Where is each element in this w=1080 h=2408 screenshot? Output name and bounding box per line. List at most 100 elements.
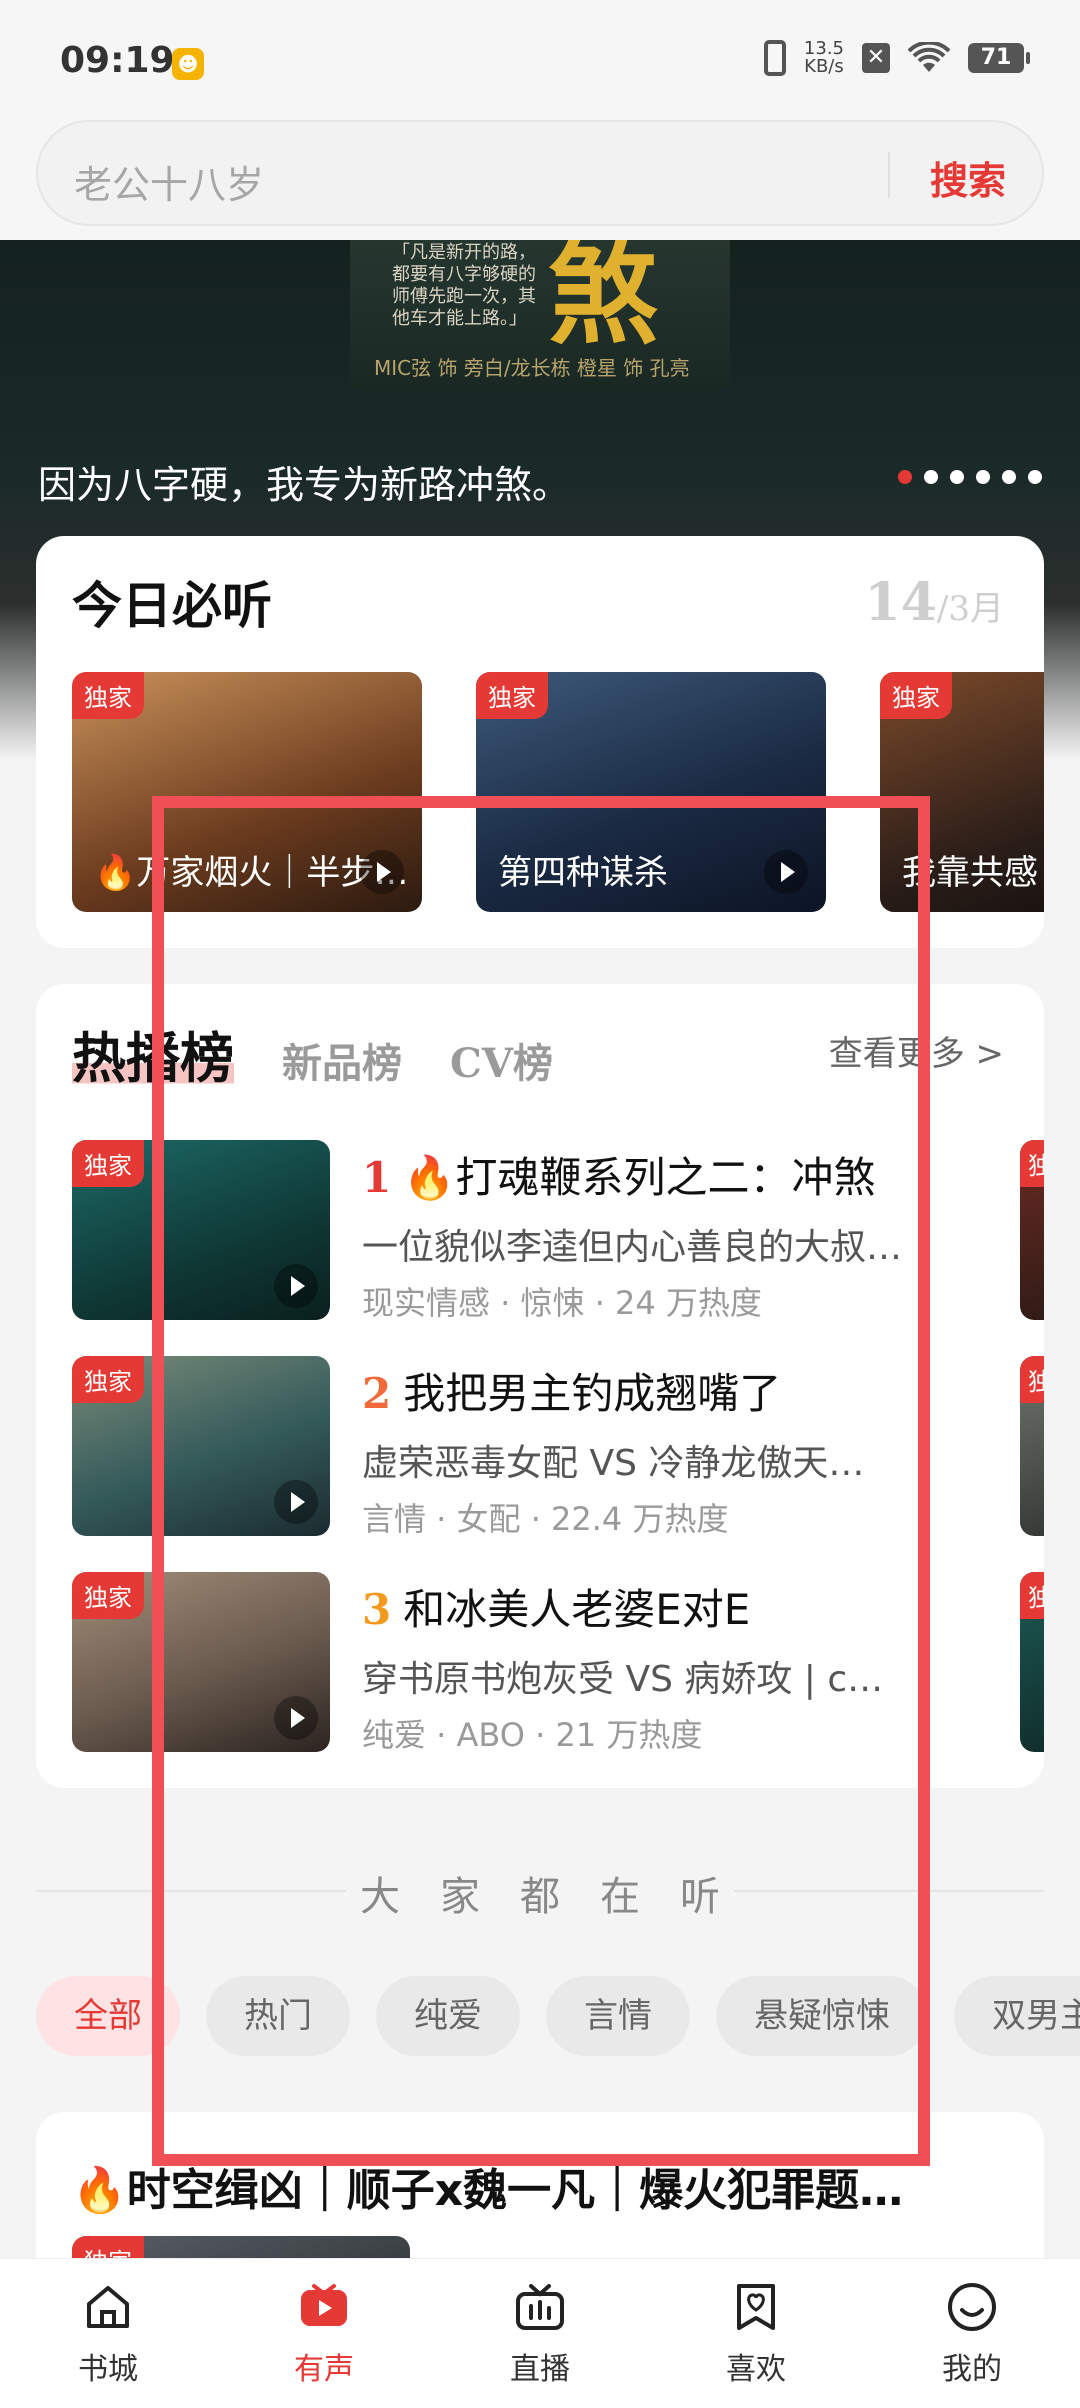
search-area: 老公十八岁 搜索 xyxy=(0,120,1080,240)
chip-romance[interactable]: 言情 xyxy=(546,1976,690,2056)
ranking-list: 独家 1 🔥打魂鞭系列之二：冲煞 一位貌似李逵但内心善良的大叔… 现实情感 · 惊… xyxy=(72,1140,1044,1788)
network-speed: 13.5 KB/s xyxy=(804,40,844,76)
feed-title[interactable]: 🔥时空缉凶｜顺子x魏一凡｜爆火犯罪题… xyxy=(72,2154,903,2218)
nav-live[interactable]: 直播 xyxy=(450,2280,630,2388)
nav-label: 有声 xyxy=(294,2351,354,2387)
nav-label: 我的 xyxy=(942,2351,1002,2387)
exclusive-tag: 独家 xyxy=(1020,1140,1044,1187)
date-day: 14 xyxy=(864,572,937,633)
date-month: /3月 xyxy=(936,589,1004,629)
nav-label: 喜欢 xyxy=(726,2351,786,2387)
play-icon[interactable] xyxy=(764,850,808,894)
today-item[interactable]: 独家 第四种谋杀 xyxy=(476,672,826,912)
tab-new[interactable]: 新品榜 xyxy=(282,1031,402,1089)
ranking-title[interactable]: 1 🔥打魂鞭系列之二：冲煞 xyxy=(362,1144,876,1205)
play-icon[interactable] xyxy=(360,850,404,894)
tab-cv[interactable]: CV榜 xyxy=(450,1031,553,1089)
smile-face-icon xyxy=(948,2282,996,2331)
title-text: 和冰美人老婆E对E xyxy=(403,1585,751,1634)
network-speed-unit: KB/s xyxy=(804,56,844,77)
heart-bookmark-icon xyxy=(737,2283,775,2330)
side-cover-peek[interactable]: 独家 xyxy=(1020,1572,1044,1752)
ranking-title[interactable]: 3 和冰美人老婆E对E xyxy=(362,1576,750,1637)
play-icon[interactable] xyxy=(274,1696,318,1740)
ranking-row[interactable]: 独家 2 我把男主钓成翘嘴了 虚荣恶毒女配 VS 冷静龙傲天… 言情 · 女配 ·… xyxy=(72,1356,1044,1572)
status-indicators: 13.5 KB/s ✕ 71 xyxy=(763,40,1030,76)
pagination-dot xyxy=(924,470,938,484)
chip-hot[interactable]: 热门 xyxy=(206,1976,350,2056)
play-icon[interactable] xyxy=(274,1264,318,1308)
tab-hot[interactable]: 热播榜 xyxy=(72,1014,234,1093)
nav-bookstore[interactable]: 书城 xyxy=(18,2280,198,2388)
ranking-title[interactable]: 2 我把男主钓成翘嘴了 xyxy=(362,1360,781,1421)
chip-all[interactable]: 全部 xyxy=(36,1976,180,2056)
cover-image[interactable]: 独家 xyxy=(72,1356,330,1536)
tv-icon xyxy=(516,2283,564,2330)
see-more-link[interactable]: 查看更多 > xyxy=(829,1026,1004,1075)
chip-suspense[interactable]: 悬疑惊悚 xyxy=(716,1976,928,2056)
pagination-dot xyxy=(1028,470,1042,484)
wifi-icon xyxy=(908,42,950,72)
category-chips: 全部 热门 纯爱 言情 悬疑惊悚 双男主 xyxy=(36,1976,1080,2056)
pagination-dot xyxy=(898,470,912,484)
search-divider xyxy=(888,152,890,198)
pagination-dot xyxy=(976,470,990,484)
cover-image[interactable]: 独家 xyxy=(72,1140,330,1320)
bottom-nav: 书城 有声 直播 喜欢 我的 xyxy=(0,2258,1080,2408)
ranking-meta: 纯爱 · ABO · 21 万热度 xyxy=(362,1716,703,1754)
chip-double-male[interactable]: 双男主 xyxy=(954,1976,1080,2056)
exclusive-tag: 独家 xyxy=(72,1572,144,1619)
side-cover-peek[interactable]: 独家 xyxy=(1020,1356,1044,1536)
exclusive-tag: 独家 xyxy=(72,1356,144,1403)
banner-poem: 「凡是新开的路，都要有八字够硬的师傅先跑一次，其他车才能上路。」 xyxy=(392,242,536,329)
today-must-listen-card: 今日必听 14/3月 独家 🔥万家烟火｜半步… 独家 第四种谋杀 独家 我靠共感 xyxy=(36,536,1044,948)
status-bar: 09:19 ☻ 13.5 KB/s ✕ 71 xyxy=(0,0,1080,120)
divider-line xyxy=(734,1890,1044,1892)
today-item-label: 我靠共感 xyxy=(902,853,1038,893)
ranking-card: 热播榜 新品榜 CV榜 查看更多 > 独家 1 🔥打魂鞭系列之二：冲煞 一位貌似李… xyxy=(36,984,1044,1788)
no-sim-icon: ✕ xyxy=(862,43,890,73)
nav-label: 直播 xyxy=(510,2351,570,2387)
app-notification-icon: ☻ xyxy=(172,48,204,80)
section-title: 今日必听 xyxy=(72,576,272,635)
play-icon[interactable] xyxy=(274,1480,318,1524)
everyone-listening-title: 大家都在听 xyxy=(360,1874,760,1920)
exclusive-tag: 独家 xyxy=(72,1140,144,1187)
banner-caption: 因为八字硬，我专为新路冲煞。 xyxy=(38,463,571,507)
rank-number: 1 xyxy=(362,1153,392,1202)
ranking-tabs: 热播榜 新品榜 CV榜 xyxy=(72,1014,553,1093)
today-list: 独家 🔥万家烟火｜半步… 独家 第四种谋杀 独家 我靠共感 xyxy=(72,672,1044,912)
search-button[interactable]: 搜索 xyxy=(930,150,1006,205)
search-input[interactable]: 老公十八岁 搜索 xyxy=(36,120,1044,226)
ranking-row[interactable]: 独家 3 和冰美人老婆E对E 穿书原书炮灰受 VS 病娇攻 | c… 纯爱 · A… xyxy=(72,1572,1044,1788)
status-time: 09:19 xyxy=(60,40,175,81)
vibrate-icon xyxy=(763,40,786,76)
side-cover-peek[interactable]: 独家 xyxy=(1020,1140,1044,1320)
pagination-dot xyxy=(1002,470,1016,484)
banner-pagination xyxy=(898,470,1042,484)
banner-cast: MIC弦 饰 旁白/龙长栋 橙星 饰 孔亮 xyxy=(374,356,690,380)
search-placeholder: 老公十八岁 xyxy=(74,163,265,207)
nav-audio[interactable]: 有声 xyxy=(234,2280,414,2388)
nav-favorites[interactable]: 喜欢 xyxy=(666,2280,846,2388)
cover-image[interactable]: 独家 xyxy=(72,1572,330,1752)
ranking-description: 穿书原书炮灰受 VS 病娇攻 | c… xyxy=(362,1659,884,1700)
ranking-meta: 现实情感 · 惊悚 · 24 万热度 xyxy=(362,1284,762,1322)
pagination-dot xyxy=(950,470,964,484)
battery-icon: 71 xyxy=(968,43,1030,73)
today-item-label: 第四种谋杀 xyxy=(498,853,668,893)
ranking-meta: 言情 · 女配 · 22.4 万热度 xyxy=(362,1500,729,1538)
exclusive-tag: 独家 xyxy=(1020,1572,1044,1619)
today-item[interactable]: 独家 🔥万家烟火｜半步… xyxy=(72,672,422,912)
play-video-icon xyxy=(301,2283,347,2326)
banner-title-glyph: 煞 xyxy=(548,240,658,359)
today-item[interactable]: 独家 我靠共感 xyxy=(880,672,1044,912)
chip-bl[interactable]: 纯爱 xyxy=(376,1976,520,2056)
title-text: 我把男主钓成翘嘴了 xyxy=(403,1369,782,1418)
rank-number: 2 xyxy=(362,1369,392,1418)
exclusive-tag: 独家 xyxy=(880,672,952,719)
ranking-row[interactable]: 独家 1 🔥打魂鞭系列之二：冲煞 一位貌似李逵但内心善良的大叔… 现实情感 · 惊… xyxy=(72,1140,1044,1356)
exclusive-tag: 独家 xyxy=(72,672,144,719)
nav-profile[interactable]: 我的 xyxy=(882,2280,1062,2388)
ranking-description: 一位貌似李逵但内心善良的大叔… xyxy=(362,1227,903,1268)
